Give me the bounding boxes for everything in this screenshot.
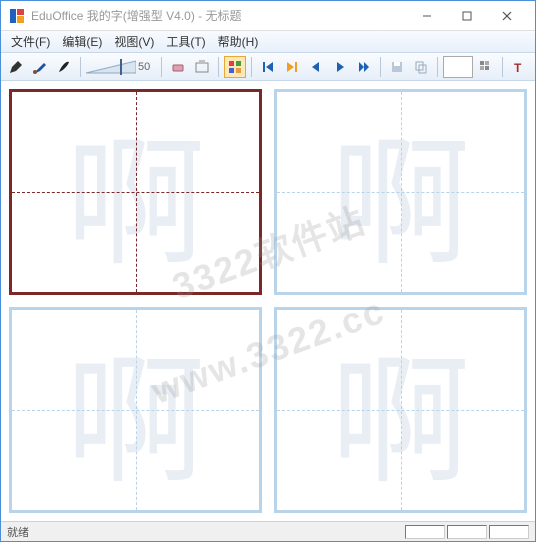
first-icon[interactable] [257,56,279,78]
toolbar: 50 T [1,53,535,81]
status-text: 就绪 [7,524,29,540]
menu-help[interactable]: 帮助(H) [212,31,265,52]
status-panel-3 [489,525,529,539]
calligraphy-tool-icon[interactable] [53,56,75,78]
color-swatch[interactable] [443,56,473,78]
save-icon[interactable] [386,56,408,78]
guide-line-v [136,310,137,510]
copy-icon[interactable] [410,56,432,78]
separator [161,57,162,77]
window-title: EduOffice 我的字(增强型 V4.0) - 无标题 [31,7,407,24]
titlebar: EduOffice 我的字(增强型 V4.0) - 无标题 [1,1,535,31]
brush-size-slider[interactable]: 50 [86,59,156,75]
pattern-icon[interactable] [475,56,497,78]
brush-size-value: 50 [138,61,156,73]
practice-cell-4[interactable]: 啊 [274,307,527,513]
last-icon[interactable] [281,56,303,78]
menubar: 文件(F) 编辑(E) 视图(V) 工具(T) 帮助(H) [1,31,535,53]
status-right [405,525,529,539]
menu-tools[interactable]: 工具(T) [160,31,211,52]
status-panel-1 [405,525,445,539]
play-icon[interactable] [329,56,351,78]
pen-tool-icon[interactable] [5,56,27,78]
brush-tool-icon[interactable] [29,56,51,78]
minimize-button[interactable] [407,2,447,30]
separator [437,57,438,77]
menu-edit[interactable]: 编辑(E) [56,31,108,52]
grid-toggle-icon[interactable] [224,56,246,78]
practice-cell-2[interactable]: 啊 [274,89,527,295]
app-icon [9,8,25,24]
guide-line-v [401,92,402,292]
guide-line-v [136,92,137,292]
status-panel-2 [447,525,487,539]
separator [502,57,503,77]
practice-cell-1[interactable]: 啊 [9,89,262,295]
close-button[interactable] [487,2,527,30]
separator [380,57,381,77]
eraser-tool-icon[interactable] [167,56,189,78]
practice-cell-3[interactable]: 啊 [9,307,262,513]
menu-file[interactable]: 文件(F) [5,31,56,52]
fast-forward-icon[interactable] [353,56,375,78]
menu-view[interactable]: 视图(V) [108,31,160,52]
separator [80,57,81,77]
svg-text:T: T [514,61,522,74]
canvas-area: 啊 啊 啊 啊 3322软件站 www.3322.cc [1,81,535,521]
app-window: EduOffice 我的字(增强型 V4.0) - 无标题 文件(F) 编辑(E… [0,0,536,542]
text-tool-icon[interactable]: T [508,56,530,78]
separator [251,57,252,77]
statusbar: 就绪 [1,521,535,541]
window-controls [407,2,527,30]
maximize-button[interactable] [447,2,487,30]
guide-line-v [401,310,402,510]
prev-icon[interactable] [305,56,327,78]
clear-tool-icon[interactable] [191,56,213,78]
separator [218,57,219,77]
